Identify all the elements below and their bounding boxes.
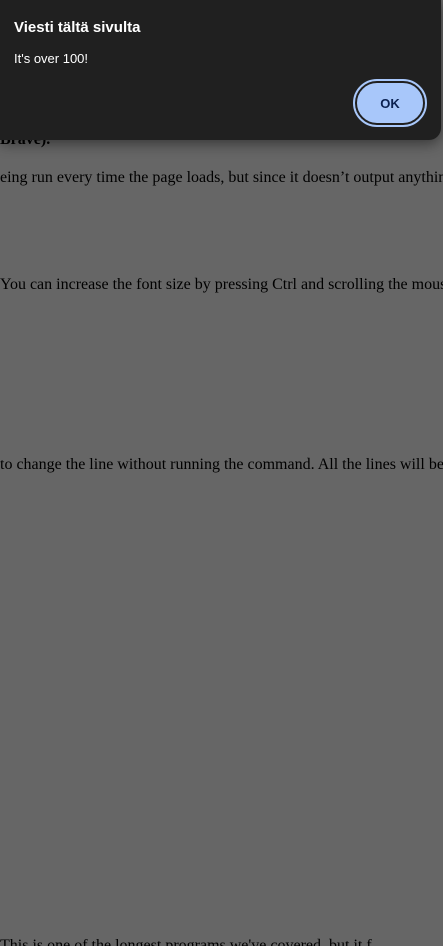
dimmed-web-page: Brave). eing run every time the page loa… — [0, 0, 443, 946]
alert-dialog: Viesti tältä sivulta It's over 100! OK — [0, 0, 441, 140]
page-text-line: This is one of the longest programs we'v… — [0, 937, 384, 946]
dialog-message: It's over 100! — [14, 51, 89, 66]
dialog-title: Viesti tältä sivulta — [14, 19, 141, 36]
page-text-line: You can increase the font size by pressi… — [0, 276, 443, 293]
ok-button[interactable]: OK — [353, 79, 427, 127]
page-text-line: eing run every time the page loads, but … — [0, 169, 443, 186]
page-text-line: to change the line without running the c… — [0, 456, 443, 473]
